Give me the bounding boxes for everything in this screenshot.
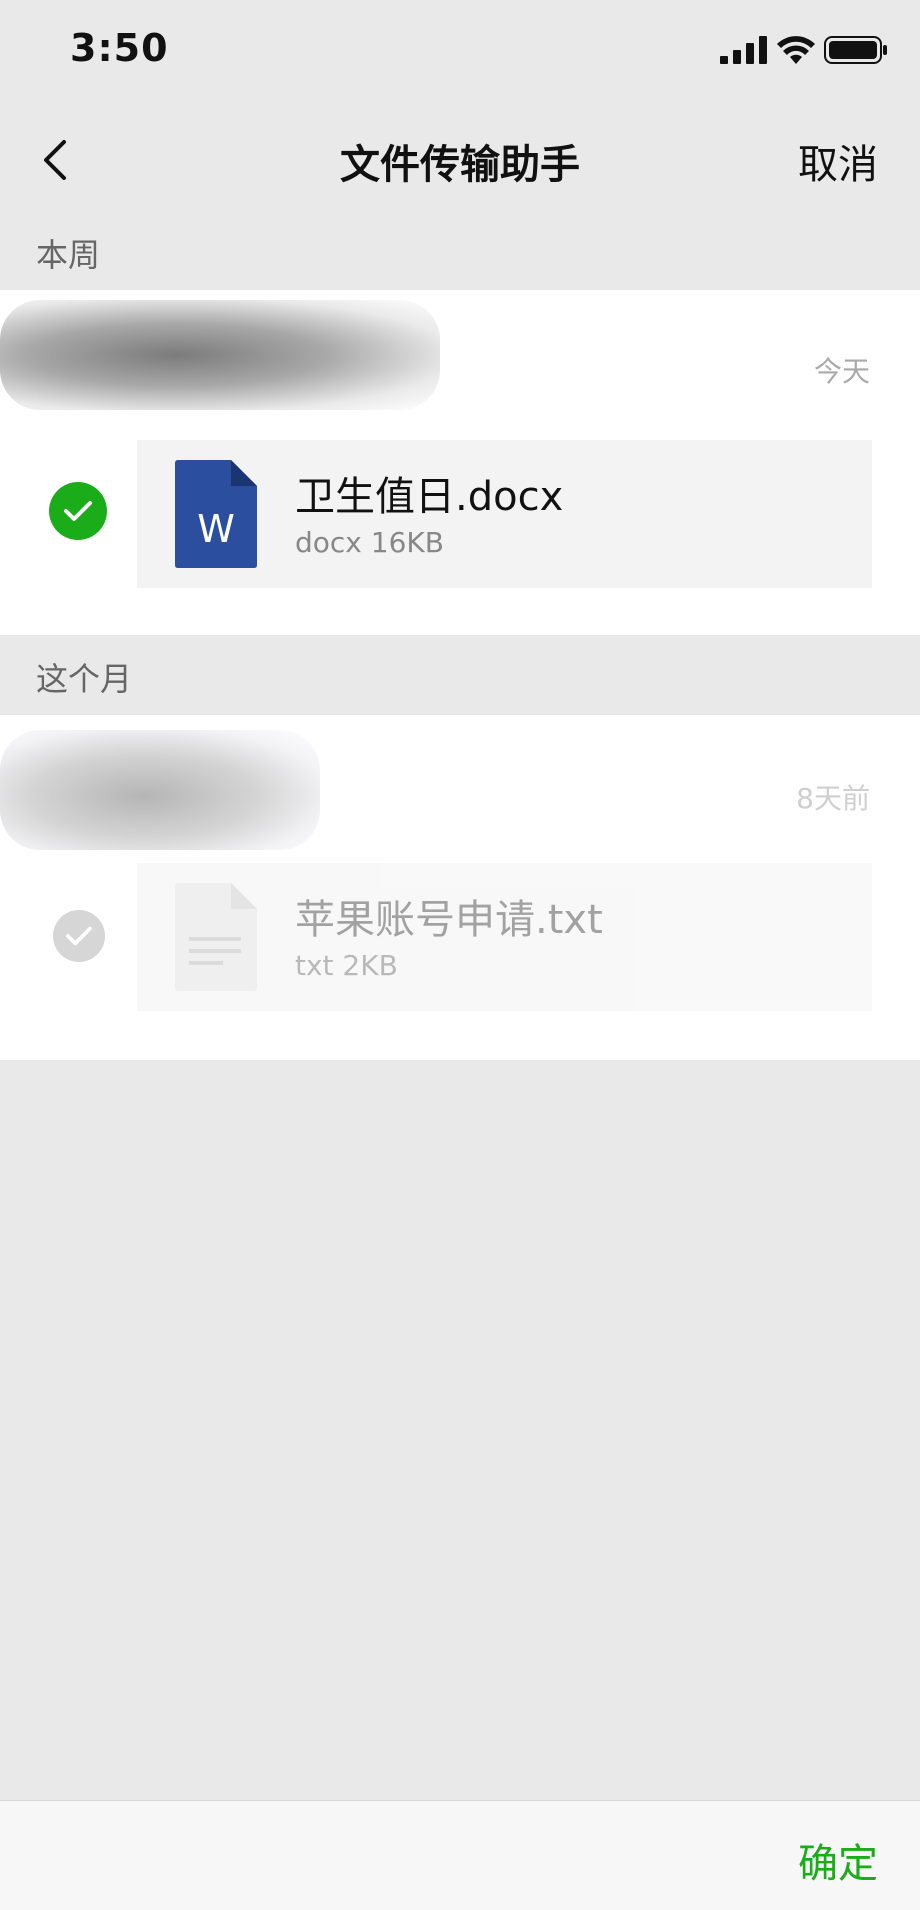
sender-avatar-redacted [0,300,440,410]
wifi-icon [777,36,815,64]
status-time: 3:50 [70,26,169,70]
sender-avatar-redacted [0,730,320,850]
message-time: 今天 [813,355,870,388]
page-title: 文件传输助手 [340,142,580,188]
file-card[interactable]: 苹果账号申请.txt txt 2KB [137,863,872,1011]
file-name: 苹果账号申请.txt [295,897,603,943]
file-name: 卫生值日.docx [295,474,564,520]
signal-icon [720,36,767,64]
section-header-this-week: 本周 [36,236,101,274]
file-meta: txt 2KB [295,949,398,982]
text-file-icon [175,883,257,991]
status-bar: 3:50 [0,0,920,100]
file-card[interactable]: W 卫生值日.docx docx 16KB [137,440,872,588]
confirm-button[interactable]: 确定 [798,1831,878,1889]
nav-bar: 文件传输助手 取消 [0,110,920,210]
svg-text:W: W [197,507,235,551]
battery-icon [824,36,887,64]
page: 3:50 文件传输助手 取消 本周 今天 W 卫生值日.docx docx 16… [0,0,920,1910]
message-time: 8天前 [796,782,870,815]
section-card-this-week: 今天 W 卫生值日.docx docx 16KB [0,290,920,635]
section-header-this-month: 这个月 [36,660,133,698]
check-icon [64,501,92,521]
word-file-icon: W [175,460,257,568]
select-checkbox[interactable] [49,482,107,540]
check-icon [66,926,92,946]
cancel-button[interactable]: 取消 [798,132,878,190]
section-card-this-month: 8天前 苹果账号申请.txt txt 2KB [0,715,920,1060]
bottom-bar: 确定 [0,1800,920,1910]
file-meta: docx 16KB [295,526,444,559]
select-checkbox[interactable] [53,910,105,962]
